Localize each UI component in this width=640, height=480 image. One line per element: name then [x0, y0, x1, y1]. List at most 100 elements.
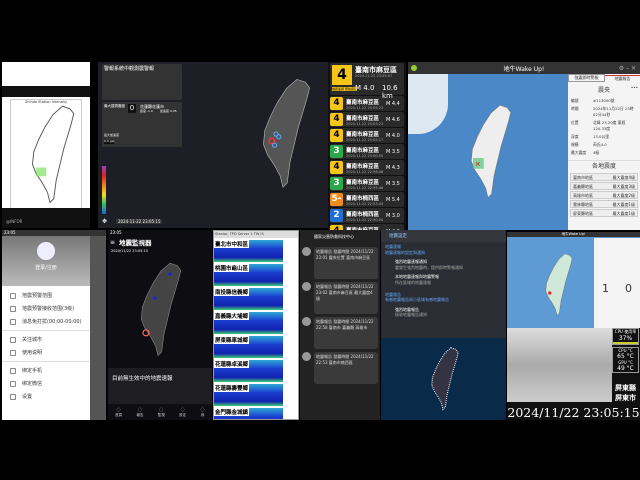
- nav-item[interactable]: ◌ 報告: [136, 407, 143, 418]
- chat-message: 地震報告 發震時間 2024/11/22 23:05 震央位置 臺南市麻豆區: [302, 247, 378, 279]
- nav-label: 我: [200, 413, 205, 417]
- area-name: 屏東縣地區: [573, 211, 593, 216]
- window-title: Stanlar, TPD Server 1 TW IS: [214, 231, 298, 238]
- area-intensity: 最大震度1級: [612, 211, 635, 216]
- location: 臺南市麻豆區: [346, 163, 380, 170]
- quake-item[interactable]: 3 臺南市麻豆區 2024-11-22 22:55:46 M 3.5: [330, 176, 404, 191]
- station-label: 花蓮縣壽豐鄉: [214, 383, 250, 392]
- pgv-label: 加速度 0.05: [160, 109, 177, 113]
- location: 臺南市麻豆區: [346, 99, 380, 106]
- quake-item[interactable]: 2 臺南市楠西區 2024-11-22 22:50:00 M 3.0: [330, 208, 404, 223]
- settings-window: 地震設定 地震速報 地震速報的設定與通知 強烈地震速報通知 當發生強烈地震時，提…: [381, 230, 506, 420]
- status-bar: ←: [2, 86, 90, 103]
- divider: [2, 330, 90, 331]
- section-1-desc: 地震速報的設定與通知: [385, 249, 425, 255]
- settings-header: 地震設定: [381, 230, 506, 242]
- drawer-item[interactable]: 地震预警范围: [2, 289, 90, 302]
- area-row[interactable]: 高雄市地區 最大震度2級: [570, 191, 638, 199]
- nav-item[interactable]: ◌ 監視: [158, 407, 165, 418]
- spectrogram: 金門縣金城鎮: [214, 407, 283, 419]
- field-value: 北緯 23.20度 東經 120.33度: [593, 120, 626, 131]
- quake-item[interactable]: 4 臺南市麻豆區 2024-11-22 23:03:23 M 4.6: [330, 112, 404, 127]
- drawer-item[interactable]: 地震预警接收范围(3级): [2, 302, 90, 315]
- tab-report[interactable]: 地震報告: [605, 74, 640, 82]
- more-button[interactable]: •••: [631, 85, 638, 90]
- pga-value: 0.0 gal: [104, 139, 115, 144]
- county: 屏東縣: [615, 384, 636, 392]
- window-controls[interactable]: ⚙ – ✕: [619, 65, 636, 72]
- time: 2024-11-22 22:58:48: [346, 169, 384, 174]
- time: 2024-11-22 23:05:07: [355, 74, 393, 78]
- timestamp: 2024-11-22 23:05:15: [116, 219, 163, 225]
- drawer-item[interactable]: 消息免打扰(00:00-00:00): [2, 315, 90, 328]
- menu-item-icon: [10, 318, 16, 325]
- nav-item[interactable]: ◌ 設定: [179, 407, 186, 418]
- intensity-badge: 4: [330, 161, 343, 174]
- time: 2024-11-22 22:53:49: [346, 201, 384, 206]
- menu-item-label: 消息免打扰(00:00-00:00): [22, 319, 82, 325]
- magnitude: M 4.0: [355, 84, 375, 92]
- spectrogram: 屏東縣車城鄉: [214, 335, 283, 358]
- spectrogram: 花蓮縣卓溪鄉: [214, 359, 283, 382]
- latest-quake-card[interactable]: 4 臺南市麻豆區 2024-11-22 23:05:07 地震速報 預估震度 M…: [330, 63, 404, 100]
- spectrogram-window: Stanlar, TPD Server 1 TW IS 臺北市中和區 桃園市龜山區…: [213, 230, 299, 420]
- count: 0: [128, 104, 136, 113]
- menu-item-label: 绑定手机: [22, 368, 43, 374]
- area-row[interactable]: 屏東縣地區 最大震度1級: [570, 209, 638, 217]
- magnitude: M 4.3: [386, 164, 400, 171]
- intensity-badge: 4: [330, 97, 343, 110]
- drawer-item[interactable]: 绑定微信: [2, 377, 90, 390]
- intensity-badge: 3: [330, 177, 343, 190]
- tab-realtime[interactable]: 強震即時警報: [568, 74, 605, 82]
- spectrogram: 桃園市龜山區: [214, 263, 283, 286]
- menu-item-icon: [10, 336, 16, 343]
- drawer-item[interactable]: 绑定手机: [2, 364, 90, 377]
- quake-item[interactable]: 4 臺南市麻豆區 2024-11-22 22:58:48 M 4.3: [330, 160, 404, 175]
- drawer-item[interactable]: 设置: [2, 390, 90, 403]
- menu-item-icon: [10, 292, 16, 299]
- field-label: 時間: [571, 106, 579, 111]
- menu-icon[interactable]: ≡: [110, 239, 115, 246]
- drawer-item[interactable]: 使用说明: [2, 346, 90, 359]
- nav-item[interactable]: ◌ 首頁: [115, 407, 122, 418]
- taiwan-map: [32, 105, 75, 203]
- dark-monitor-map: 警報系統中觀測震警報 最大觀測震度 0 花蓮縣花蓮市 震度 -1.0 加速度 0…: [98, 62, 328, 228]
- intensity-badge: 4: [330, 129, 343, 142]
- avatar[interactable]: [37, 242, 55, 260]
- option-desc: 所在區域的地震速報: [395, 279, 431, 285]
- station-label: 嘉義縣大埔鄉: [214, 311, 250, 320]
- spectrogram: 南投縣信義鄉: [214, 287, 283, 310]
- footer-text: @INFOR: [6, 219, 23, 224]
- field-label: 深度: [571, 134, 579, 139]
- epicenter-heading: 震央: [597, 87, 610, 94]
- drawer-item[interactable]: 关注城市: [2, 333, 90, 346]
- locate-button[interactable]: ✥: [102, 218, 107, 225]
- info-row: 編號 #113000號: [568, 97, 640, 105]
- quake-item[interactable]: 4 臺南市麻豆區 2024-11-22 23:02:17 M 4.0: [330, 128, 404, 143]
- field-label: 編號: [571, 98, 579, 103]
- menu-item-icon: [10, 393, 16, 400]
- area-row[interactable]: 雲林縣地區 最大震度1級: [570, 200, 638, 208]
- count-right: 0: [625, 282, 632, 295]
- area-row[interactable]: 嘉義縣地區 最大震度3級: [570, 182, 638, 190]
- intensity-badge: 4: [332, 65, 352, 85]
- nav-item[interactable]: ◌ 我: [200, 407, 204, 418]
- quake-item[interactable]: 5- 臺南市楠西區 2024-11-22 22:53:49 M 5.4: [330, 192, 404, 207]
- seismic-plot-app: ← Shindo Station Intensity @INFOR: [2, 62, 90, 228]
- area-row[interactable]: 臺南市地區 最大震度4級: [570, 173, 638, 181]
- login-link[interactable]: 登录/注册: [2, 264, 90, 271]
- clock: 2024/11/22 23:05:15: [507, 405, 640, 420]
- chat-message: 地震報告 發震時間 2024/11/22 22:58 臺南市 嘉義縣 高雄市: [302, 317, 378, 349]
- time: 2024-11-22 22:55:46: [346, 185, 384, 190]
- gpu-temp: 49 °C: [617, 365, 634, 372]
- chat-message: 地震報告 發震時間 2024/11/22 23:02 臺南市麻豆區 最大震度4級: [302, 282, 378, 314]
- taiwan-map: [431, 347, 459, 410]
- intensity-badge: 5-: [330, 193, 343, 206]
- menu-item-label: 使用说明: [22, 350, 43, 356]
- intensity-badge: 4: [330, 113, 343, 126]
- wakeup-window: 地牛Wake Up! ⚙ – ✕ ✕ 強震即時警報 地震報告 震央 ••• 編號 #1…: [408, 62, 640, 230]
- menu-item-label: 地震预警接收范围(3级): [22, 306, 75, 312]
- android-drawer: 23:05 登录/注册 地震预警范围 地震预警接收范围(3级) 消息免打扰(00:0…: [2, 230, 106, 420]
- quake-item[interactable]: 3 臺南市麻豆區 2024-11-22 23:00:50 M 3.5: [330, 144, 404, 159]
- nav-label: 報告: [136, 413, 144, 417]
